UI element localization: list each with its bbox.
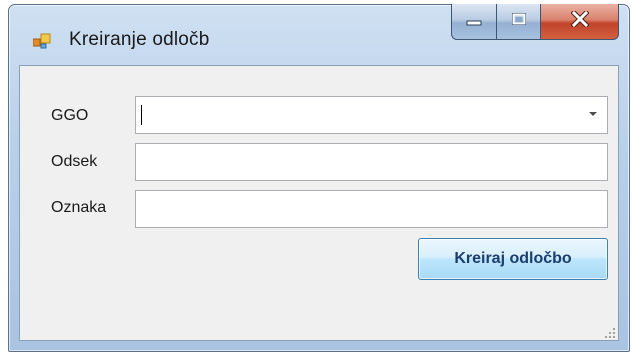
chevron-down-icon[interactable] [589, 112, 597, 116]
window-controls [451, 4, 619, 40]
title-bar[interactable]: Kreiranje odločb [9, 4, 629, 65]
text-caret [141, 105, 142, 125]
maximize-button[interactable] [497, 4, 541, 40]
ggo-combobox[interactable] [135, 96, 608, 134]
window-title: Kreiranje odločb [69, 29, 210, 50]
app-icon [32, 33, 51, 49]
minimize-icon [466, 13, 482, 31]
application-window: Kreiranje odločb GGO Odsek Oznaka Kreira… [8, 4, 630, 352]
close-button[interactable] [541, 4, 619, 40]
resize-grip-icon[interactable] [604, 326, 616, 338]
oznaka-input[interactable] [135, 190, 608, 228]
oznaka-label: Oznaka [51, 199, 107, 216]
maximize-icon [511, 12, 527, 31]
close-icon [569, 9, 590, 32]
kreiraj-odlocbo-button[interactable]: Kreiraj odločbo [418, 238, 608, 280]
ggo-label: GGO [51, 107, 89, 124]
odsek-input[interactable] [135, 143, 608, 181]
minimize-button[interactable] [451, 4, 497, 40]
odsek-label: Odsek [51, 153, 98, 170]
form-client-area: GGO Odsek Oznaka Kreiraj odločbo [19, 65, 619, 341]
